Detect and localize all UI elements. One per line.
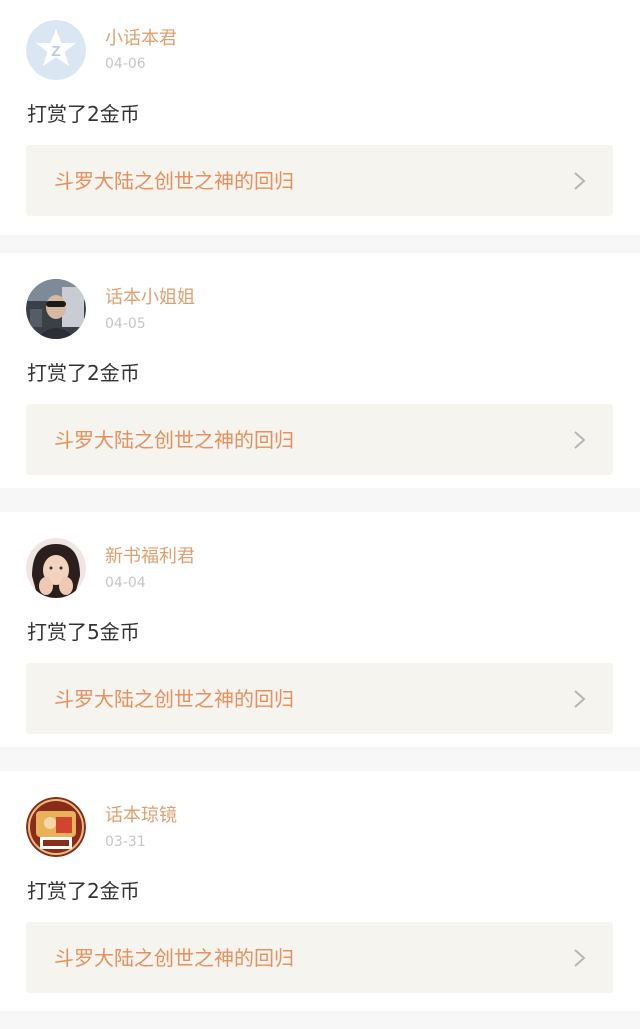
book-link[interactable]: 斗罗大陆之创世之神的回归 xyxy=(26,663,613,734)
user-avatar[interactable] xyxy=(26,538,86,598)
reward-date: 04-06 xyxy=(105,56,146,72)
reward-date: 04-05 xyxy=(105,316,146,332)
user-avatar[interactable] xyxy=(26,279,86,339)
cartoon-avatar-icon xyxy=(26,797,86,857)
user-name[interactable]: 话本小姐姐 xyxy=(105,287,195,309)
photo-avatar-icon xyxy=(26,279,86,339)
star-logo-avatar-icon: Z xyxy=(26,20,86,80)
user-avatar[interactable]: Z xyxy=(26,20,86,80)
user-name[interactable]: 新书福利君 xyxy=(105,546,195,568)
chevron-right-icon xyxy=(573,171,587,191)
reward-entry: 新书福利君 04-04 打赏了5金币 斗罗大陆之创世之神的回归 xyxy=(0,512,640,747)
reward-date: 04-04 xyxy=(105,575,146,591)
user-name[interactable]: 小话本君 xyxy=(105,28,177,50)
book-title: 斗罗大陆之创世之神的回归 xyxy=(54,428,294,452)
chevron-right-icon xyxy=(573,948,587,968)
reward-feed: Z 小话本君 04-06 打赏了2金币 斗罗大陆之创世之神的回归 话本小姐姐 0… xyxy=(0,0,640,1029)
reward-entry: Z 小话本君 04-06 打赏了2金币 斗罗大陆之创世之神的回归 xyxy=(0,0,640,235)
book-link[interactable]: 斗罗大陆之创世之神的回归 xyxy=(26,404,613,475)
user-avatar[interactable] xyxy=(26,797,86,857)
photo-avatar-icon xyxy=(26,538,86,598)
book-title: 斗罗大陆之创世之神的回归 xyxy=(54,687,294,711)
reward-text: 打赏了2金币 xyxy=(27,361,140,385)
user-name[interactable]: 话本琼镜 xyxy=(105,805,177,827)
book-link[interactable]: 斗罗大陆之创世之神的回归 xyxy=(26,922,613,993)
book-link[interactable]: 斗罗大陆之创世之神的回归 xyxy=(26,145,613,216)
reward-text: 打赏了5金币 xyxy=(27,620,140,644)
book-title: 斗罗大陆之创世之神的回归 xyxy=(54,169,294,193)
svg-text:Z: Z xyxy=(51,43,60,60)
book-title: 斗罗大陆之创世之神的回归 xyxy=(54,946,294,970)
reward-entry: 话本琼镜 03-31 打赏了2金币 斗罗大陆之创世之神的回归 xyxy=(0,771,640,1011)
chevron-right-icon xyxy=(573,689,587,709)
reward-entry: 话本小姐姐 04-05 打赏了2金币 斗罗大陆之创世之神的回归 xyxy=(0,253,640,488)
chevron-right-icon xyxy=(573,430,587,450)
reward-date: 03-31 xyxy=(105,834,146,850)
reward-text: 打赏了2金币 xyxy=(27,102,140,126)
reward-text: 打赏了2金币 xyxy=(27,879,140,903)
